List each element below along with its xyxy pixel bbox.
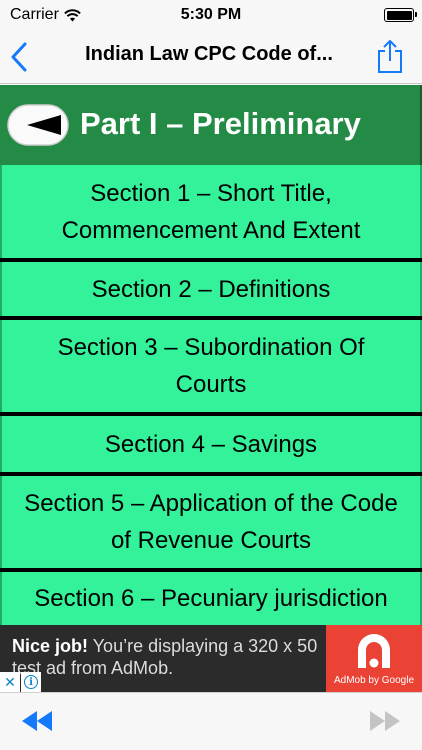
part-title: Part I – Preliminary — [80, 106, 361, 141]
admob-brand-label: AdMob by Google — [333, 675, 415, 686]
chevron-left-icon[interactable] — [8, 40, 32, 74]
section-label: Section 2 – Definitions — [91, 275, 331, 303]
battery-icon — [384, 8, 417, 22]
ad-banner[interactable]: Nice job! You’re displaying a 320 x 50 t… — [0, 625, 422, 692]
status-bar: Carrier 5:30 PM — [0, 0, 422, 30]
section-item-4[interactable]: Section 4 – Savings — [0, 416, 422, 472]
part-header: Part I – Preliminary — [0, 85, 422, 165]
ad-headline: Nice job! — [12, 636, 89, 656]
navigation-bar: Indian Law CPC Code of... — [0, 30, 422, 84]
admob-logo-panel: AdMob by Google — [326, 625, 422, 692]
section-label: Section 1 – Short Title, Commencement An… — [61, 179, 361, 244]
share-icon[interactable] — [376, 38, 404, 74]
ad-info-glyph: i — [24, 675, 38, 689]
sections-list: Part I – Preliminary Section 1 – Short T… — [0, 85, 422, 625]
ad-text: Nice job! You’re displaying a 320 x 50 t… — [12, 635, 322, 679]
bottom-toolbar — [0, 692, 422, 750]
section-label: Section 5 – Application of the Code of R… — [24, 490, 398, 554]
fast-forward-icon[interactable] — [368, 709, 402, 733]
section-item-5[interactable]: Section 5 – Application of the Code of R… — [0, 476, 422, 568]
section-item-3[interactable]: Section 3 – Subordination Of Courts — [0, 320, 422, 412]
rewind-icon[interactable] — [20, 709, 54, 733]
speaker-toggle-icon[interactable] — [7, 104, 69, 146]
section-item-6[interactable]: Section 6 – Pecuniary jurisdiction — [0, 572, 422, 625]
battery-level — [386, 10, 412, 20]
section-item-2[interactable]: Section 2 – Definitions — [0, 262, 422, 316]
ad-close-icon[interactable]: ✕ — [0, 672, 20, 692]
page-title: Indian Law CPC Code of... — [85, 43, 333, 65]
status-time: 5:30 PM — [180, 6, 242, 23]
section-label: Section 3 – Subordination Of Courts — [57, 334, 365, 398]
ad-info-icon[interactable]: i — [21, 672, 41, 692]
section-label: Section 4 – Savings — [104, 430, 318, 458]
section-label: Section 6 – Pecuniary jurisdiction — [34, 585, 388, 612]
section-item-1[interactable]: Section 1 – Short Title, Commencement An… — [0, 165, 422, 258]
admob-logo-icon — [358, 634, 390, 668]
